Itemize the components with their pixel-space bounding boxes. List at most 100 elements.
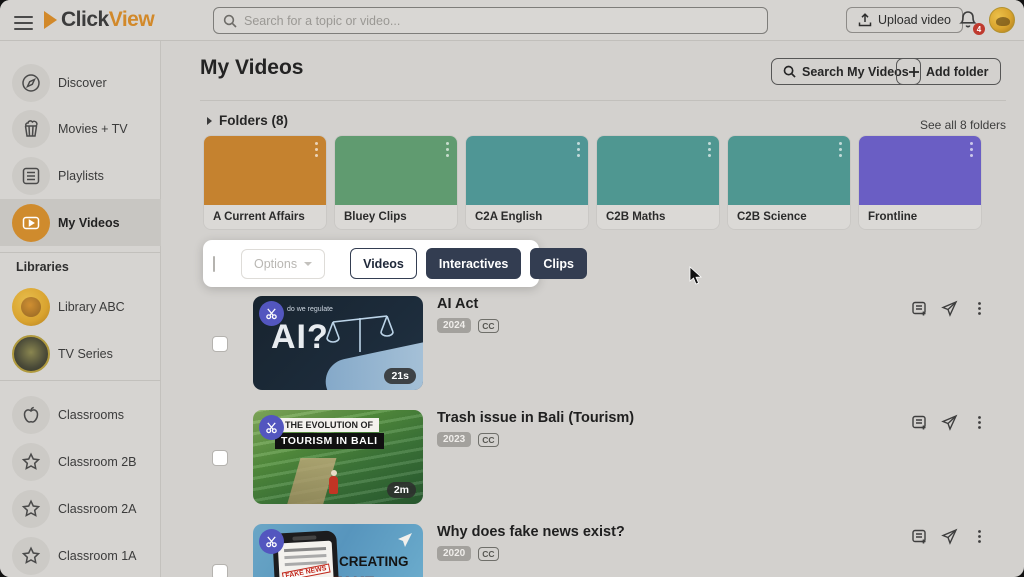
search-icon [223,14,237,28]
folder-more-options-icon[interactable] [839,142,842,160]
sidebar-item-movies-tv[interactable]: Movies + TV [0,105,161,152]
clickview-logo[interactable]: ClickView [44,8,154,32]
video-title[interactable]: Trash issue in Bali (Tourism) [437,410,634,426]
sidebar-item-label: TV Series [58,347,113,361]
crest-avatar [12,335,50,373]
sidebar-item-classrooms[interactable]: Classrooms [0,391,161,438]
notification-badge: 4 [973,23,985,35]
star-icon [12,490,50,528]
video-thumbnail[interactable]: do we regulate AI? 21s [253,296,423,390]
plus-icon [908,66,920,78]
sidebar: Discover Movies + TV Playlists My Videos… [0,41,161,577]
folder-name: C2A English [466,205,588,229]
logo-play-icon [44,11,57,29]
share-icon[interactable] [941,300,958,317]
upload-video-button[interactable]: Upload video [846,7,963,33]
more-options-icon[interactable] [971,528,988,545]
more-options-icon[interactable] [971,414,988,431]
sidebar-item-my-videos[interactable]: My Videos [0,199,161,246]
user-avatar[interactable] [989,7,1015,33]
search-input[interactable] [244,14,758,28]
folder-more-options-icon[interactable] [708,142,711,160]
folder-name: Bluey Clips [335,205,457,229]
folder-name: C2B Maths [597,205,719,229]
notifications-button[interactable]: 4 [957,9,981,33]
folder-card[interactable]: Bluey Clips [335,136,457,229]
sidebar-item-label: Movies + TV [58,122,128,136]
folder-more-options-icon[interactable] [446,142,449,160]
video-info: Trash issue in Bali (Tourism) 2023 CC [437,410,634,447]
sidebar-item-label: Library ABC [58,300,125,314]
hamburger-menu-icon[interactable] [14,12,33,28]
thumbnail-caption-top: CREATING [339,554,409,569]
filter-videos-button[interactable]: Videos [350,248,417,279]
filter-clips-button[interactable]: Clips [530,248,587,279]
paper-plane-illustration [397,532,413,548]
video-thumbnail[interactable]: THE EVOLUTION OF TOURISM IN BALI 2m [253,410,423,504]
sidebar-item-label: My Videos [58,216,120,230]
video-play-icon [12,204,50,242]
video-checkbox[interactable] [212,564,228,577]
sidebar-item-discover[interactable]: Discover [0,59,161,106]
year-badge: 2020 [437,546,471,561]
global-search[interactable] [213,7,768,34]
video-title[interactable]: Why does fake news exist? [437,524,625,540]
video-row: THE EVOLUTION OF TOURISM IN BALI 2m Tras… [161,410,1024,505]
clickview-app-window: ClickView Upload video 4 Discover [0,0,1024,577]
folder-card[interactable]: A Current Affairs [204,136,326,229]
video-row-actions [911,414,988,431]
add-to-playlist-icon[interactable] [911,300,928,317]
sidebar-item-playlists[interactable]: Playlists [0,152,161,199]
add-to-playlist-icon[interactable] [911,528,928,545]
options-label: Options [254,257,297,271]
playlist-icon [12,157,50,195]
share-icon[interactable] [941,528,958,545]
filter-interactives-button[interactable]: Interactives [426,248,521,279]
video-info: Why does fake news exist? 2020 CC [437,524,625,561]
folders-section-toggle[interactable]: Folders (8) [207,113,288,128]
upload-video-label: Upload video [878,13,951,27]
folder-card[interactable]: C2B Science [728,136,850,229]
sidebar-item-label: Classroom 2A [58,502,137,516]
star-icon [12,443,50,481]
folder-name: Frontline [859,205,981,229]
selection-toolbar: Options Videos Interactives Clips [203,240,539,287]
folder-card[interactable]: C2A English [466,136,588,229]
select-all-checkbox[interactable] [213,256,215,272]
sidebar-item-tv-series[interactable]: TV Series [0,330,161,377]
folder-more-options-icon[interactable] [970,142,973,160]
thumbnail-caption-top: THE EVOLUTION OF [279,418,379,432]
add-to-playlist-icon[interactable] [911,414,928,431]
mouse-cursor [689,266,703,286]
cc-badge: CC [478,433,498,447]
video-thumbnail[interactable]: FAKE NEWS FAKE NEWS CREATING FAKE NEWS [253,524,423,577]
sidebar-item-classroom-1a[interactable]: Classroom 1A [0,532,161,577]
add-folder-button[interactable]: Add folder [896,58,1001,85]
search-icon [783,65,796,78]
more-options-icon[interactable] [971,300,988,317]
video-checkbox[interactable] [212,450,228,466]
chevron-right-icon [207,117,212,125]
video-checkbox[interactable] [212,336,228,352]
video-row: do we regulate AI? 21s AI Act 2024 CC [161,296,1024,391]
search-my-videos-label: Search My Videos [802,65,909,79]
sidebar-item-classroom-2a[interactable]: Classroom 2A [0,485,161,532]
person-illustration [329,476,338,494]
sidebar-item-label: Playlists [58,169,104,183]
folder-card[interactable]: Frontline [859,136,981,229]
options-dropdown[interactable]: Options [241,249,325,279]
folder-more-options-icon[interactable] [577,142,580,160]
year-badge: 2023 [437,432,471,447]
cc-badge: CC [478,547,498,561]
see-all-folders-link[interactable]: See all 8 folders [905,118,1006,132]
clip-scissors-badge-icon [259,415,284,440]
folder-more-options-icon[interactable] [315,142,318,160]
video-title[interactable]: AI Act [437,296,499,312]
add-folder-label: Add folder [926,65,989,79]
sidebar-item-label: Discover [58,76,107,90]
sidebar-item-library-abc[interactable]: Library ABC [0,283,161,330]
sidebar-item-classroom-2b[interactable]: Classroom 2B [0,438,161,485]
share-icon[interactable] [941,414,958,431]
thumbnail-title-text: AI? [271,318,329,357]
folder-card[interactable]: C2B Maths [597,136,719,229]
